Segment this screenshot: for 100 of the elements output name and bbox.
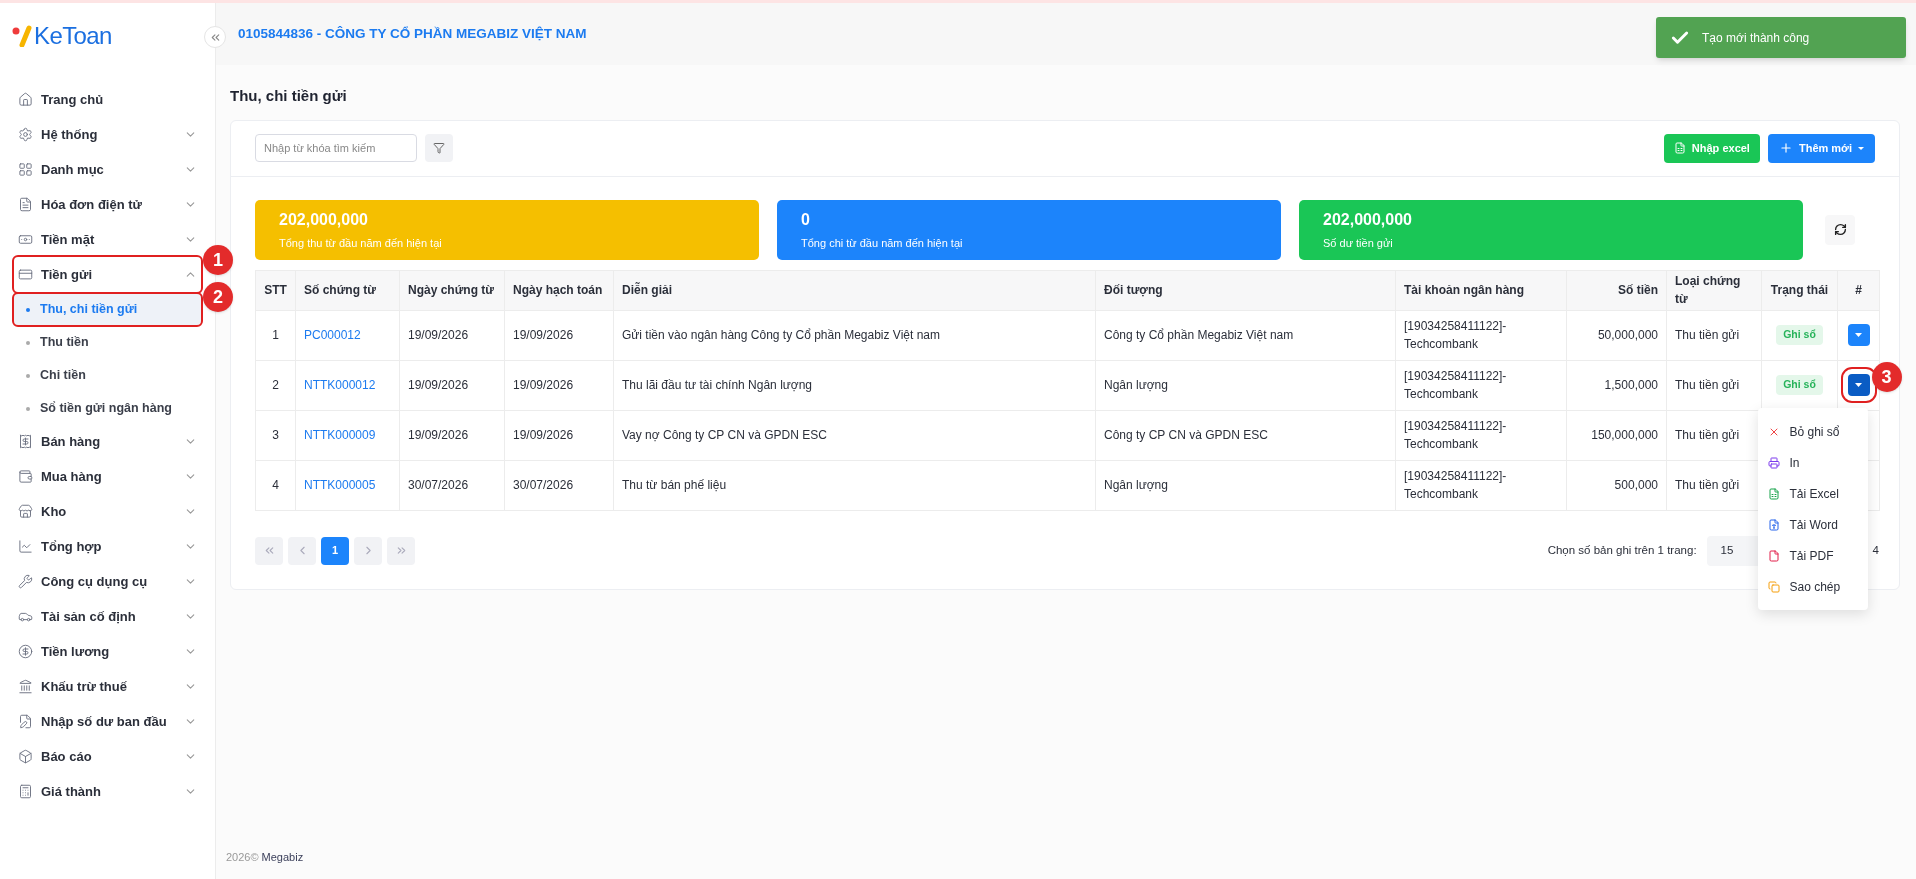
caret-icon <box>1855 333 1862 337</box>
sidebar-item[interactable]: Tiền mặt <box>14 222 201 257</box>
sidebar-item[interactable]: Tổng hợp <box>14 529 201 564</box>
wrench-icon <box>18 574 33 589</box>
sidebar-item[interactable]: Bán hàng <box>14 424 201 459</box>
sidebar-item[interactable]: Danh mục <box>14 152 201 187</box>
table-cell: 2 <box>255 360 296 410</box>
column-header: Loại chứng từ <box>1666 270 1762 310</box>
logo-text: KeToan <box>34 20 112 51</box>
sidebar-item[interactable]: Tiền gửi <box>14 257 201 292</box>
status-badge: Ghi sổ <box>1776 325 1823 345</box>
column-header: STT <box>255 270 296 310</box>
column-header: # <box>1837 270 1880 310</box>
page-title: Thu, chi tiền gửi <box>229 86 348 106</box>
sidebar-item[interactable]: Công cụ dụng cụ <box>14 564 201 599</box>
table-cell: 4 <box>255 460 296 510</box>
company-name: 0105844836 - CÔNG TY CỔ PHẦN MEGABIZ VIỆT NAM <box>238 24 587 43</box>
bullet-icon <box>26 373 30 378</box>
table-cell: Ngân lượng <box>1095 360 1396 410</box>
refresh-button[interactable] <box>1825 214 1855 245</box>
table-cell: 1 <box>255 310 296 360</box>
column-header: Trạng thái <box>1761 270 1838 310</box>
table-cell: 19/09/2026 <box>504 410 614 460</box>
line-chart-icon <box>18 539 33 554</box>
account-text-line: Techcombank <box>1404 436 1480 453</box>
sidebar-item[interactable]: Hệ thống <box>14 117 201 152</box>
page-size-label: Chọn số bản ghi trên 1 trang: <box>1547 542 1697 558</box>
plus-icon <box>1778 141 1793 155</box>
edit-document-icon <box>18 714 33 729</box>
table-cell: Thu từ bán phế liệu <box>613 460 1096 510</box>
account-text-line: Techcombank <box>1404 336 1480 353</box>
sidebar-item[interactable]: Kho <box>14 494 201 529</box>
table-cell: Thu tiền gửi <box>1666 310 1762 360</box>
store-icon <box>18 504 33 519</box>
filter-button[interactable] <box>425 134 453 162</box>
menu-item[interactable]: Sao chép <box>1757 571 1868 602</box>
table-cell: 500,000 <box>1566 460 1667 510</box>
table-cell: 1,500,000 <box>1566 360 1667 410</box>
document-icon <box>18 197 33 212</box>
account-text-line: [19034258411122]- <box>1404 468 1508 485</box>
sidebar-item[interactable]: Mua hàng <box>14 459 201 494</box>
step-number: 2 <box>203 282 233 312</box>
bullet-icon <box>26 406 30 411</box>
sidebar-item[interactable]: Giá thành <box>14 774 201 809</box>
table-cell: Công ty Cổ phần Megabiz Việt nam <box>1095 310 1396 360</box>
page-button[interactable]: 1 <box>321 536 349 565</box>
add-new-button[interactable]: Thêm mới <box>1767 133 1875 163</box>
sidebar-item[interactable]: Báo cáo <box>14 739 201 774</box>
column-header: Đối tượng <box>1095 270 1396 310</box>
row-dropdown-button[interactable] <box>1847 324 1870 346</box>
sidebar-item[interactable]: Trang chủ <box>14 82 201 117</box>
voucher-link[interactable]: NTTK000009 <box>304 428 376 442</box>
account-text-line: [19034258411122]- <box>1404 318 1508 335</box>
column-header: Số chứng từ <box>295 270 400 310</box>
table-cell: 30/07/2026 <box>399 460 505 510</box>
collapse-button[interactable] <box>204 26 226 48</box>
column-header: Ngày hạch toán <box>504 270 614 310</box>
table-cell: Công ty CP CN và GPDN ESC <box>1095 410 1396 460</box>
submenu-item[interactable]: Thu, chi tiền gửi <box>14 294 201 325</box>
voucher-link[interactable]: PC000012 <box>304 328 361 342</box>
summary-value: 0 <box>801 209 811 230</box>
table-cell: Vay nợ Công ty CP CN và GPDN ESC <box>613 410 1096 460</box>
column-header: Diễn giải <box>613 270 1096 310</box>
total-count: 4 <box>1872 542 1879 558</box>
table-cell: 50,000,000 <box>1566 310 1667 360</box>
sidebar-item[interactable]: Hóa đơn điện tử <box>14 187 201 222</box>
voucher-link[interactable]: NTTK000005 <box>304 478 376 492</box>
toast-message: Tạo mới thành công <box>1702 29 1810 47</box>
printer-icon <box>1767 456 1780 469</box>
account-text-line: [19034258411122]- <box>1404 368 1508 385</box>
last-page-button[interactable] <box>387 536 415 565</box>
table-cell: 3 <box>255 410 296 460</box>
search-field[interactable]: Nhập từ khóa tìm kiếm <box>255 134 417 162</box>
summary-value: 202,000,000 <box>279 209 369 230</box>
table-cell: Thu tiền gửi <box>1666 360 1762 410</box>
bullet-icon <box>26 307 30 312</box>
sidebar-item[interactable]: Tiền lương <box>14 634 201 669</box>
table-cell: 19/09/2026 <box>399 360 505 410</box>
box-icon <box>18 749 33 764</box>
wallet-icon <box>18 469 33 484</box>
submenu-item[interactable]: Thu tiền <box>14 327 201 358</box>
status-badge: Ghi sổ <box>1776 375 1823 395</box>
grid-icon <box>18 162 33 177</box>
first-page-button[interactable] <box>255 536 283 565</box>
filter-icon <box>433 142 445 154</box>
submenu-item[interactable]: Sổ tiền gửi ngân hàng <box>14 393 201 424</box>
table-cell: 30/07/2026 <box>504 460 614 510</box>
sidebar-item[interactable]: Nhập số dư ban đầu <box>14 704 201 739</box>
footer-brand: Megabiz <box>261 849 304 865</box>
voucher-link[interactable]: NTTK000012 <box>304 378 376 392</box>
logo-mark-icon <box>12 24 32 47</box>
summary-label: Tổng chi từ đầu năm đến hiện tại <box>801 235 964 251</box>
gear-icon <box>18 127 33 142</box>
sidebar-item[interactable]: Khấu trừ thuế <box>14 669 201 704</box>
caret-icon <box>1855 383 1862 387</box>
column-header: Tài khoản ngân hàng <box>1395 270 1567 310</box>
banknote-icon <box>18 232 33 247</box>
table-cell: 19/09/2026 <box>504 310 614 360</box>
submenu-item[interactable]: Chi tiền <box>14 360 201 391</box>
sidebar-item[interactable]: Tài sản cố định <box>14 599 201 634</box>
